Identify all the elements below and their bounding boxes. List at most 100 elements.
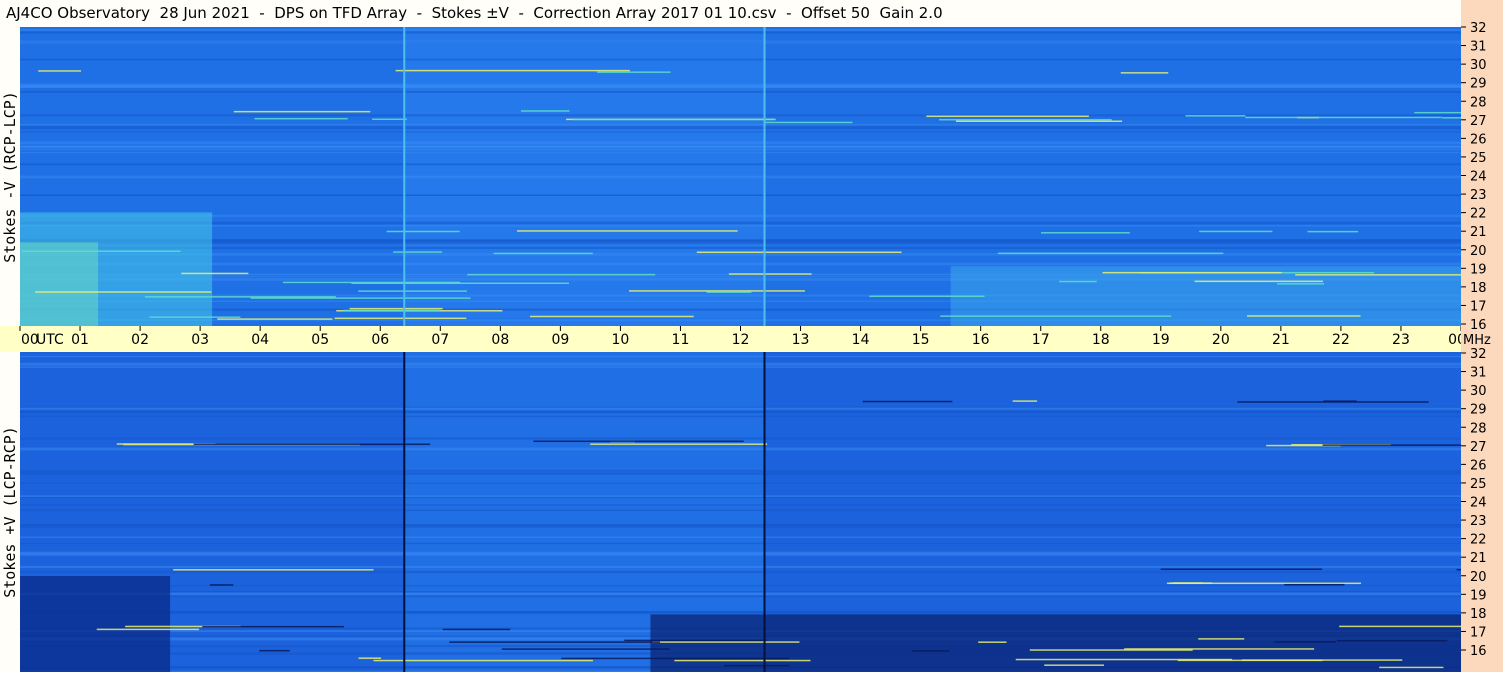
bottom-panel-label-box: Stokes +V (LCP-RCP) (0, 352, 20, 672)
time-tick-label: 12 (732, 332, 750, 348)
emission-streak (1185, 115, 1246, 117)
noise-band (20, 163, 1461, 166)
emission-streak (1442, 117, 1461, 119)
time-unit-label: UTC (36, 332, 64, 348)
freq-tick-label: 25 (1470, 151, 1487, 166)
freq-tick-label: 18 (1470, 607, 1487, 622)
noise-band (20, 565, 1461, 569)
emission-streak (706, 291, 752, 293)
noise-band (20, 585, 1461, 587)
top-spectrogram-panel (20, 27, 1461, 326)
noise-band (20, 58, 1461, 61)
emission-streak (501, 648, 670, 650)
emission-streak (869, 295, 985, 298)
emission-streak (493, 252, 593, 255)
noise-band (20, 504, 1461, 506)
noise-band (20, 30, 1461, 34)
freq-tick-label: 18 (1470, 281, 1487, 296)
freq-tick-label: 31 (1470, 366, 1487, 381)
time-tick-label: 00 (1448, 332, 1461, 348)
event-vertical-line (403, 27, 406, 326)
emission-streak (572, 118, 776, 121)
evening-dark (650, 614, 1461, 672)
time-tick-label: 03 (191, 332, 209, 348)
low-freq-dark (20, 576, 171, 672)
noise-band (20, 536, 1461, 538)
emission-streak (624, 639, 767, 642)
freq-tick-label: 32 (1470, 347, 1487, 362)
time-tick-label: 05 (311, 332, 329, 348)
emission-streak (144, 296, 336, 298)
freq-tick-label: 20 (1470, 570, 1487, 585)
time-axis: 00 01 02 03 04 05 06 07 08 09 10 11 12 13 14 15 16 17 18 19… (0, 326, 1466, 352)
emission-streak (96, 628, 200, 631)
top-spectrogram (20, 27, 1461, 326)
emission-streak (38, 70, 81, 72)
emission-streak (217, 318, 333, 320)
time-tick-label: 15 (912, 332, 930, 348)
emission-streak (393, 251, 443, 253)
emission-streak (1102, 271, 1282, 274)
noise-band (20, 141, 1461, 145)
noise-band (20, 406, 1461, 408)
freq-tick-label: 17 (1470, 299, 1487, 314)
bottom-panel-ylabel: Stokes +V (LCP-RCP) (1, 426, 19, 598)
noise-band (20, 152, 1461, 154)
time-tick-label: 16 (972, 332, 990, 348)
emission-streak (520, 110, 570, 112)
time-tick-label: 04 (251, 332, 269, 348)
noise-band (20, 253, 1461, 256)
emission-streak (997, 252, 1224, 255)
freq-tick-label: 29 (1470, 77, 1487, 92)
noise-band (20, 437, 1461, 440)
time-tick-label: 21 (1272, 332, 1290, 348)
time-axis-svg: 00 01 02 03 04 05 06 07 08 09 10 11 12 13 14 15 16 17 18 19… (19, 326, 1466, 348)
noise-band (20, 447, 1461, 451)
time-tick-label: 01 (71, 332, 89, 348)
emission-streak (940, 315, 1172, 317)
noise-band (20, 194, 1461, 196)
event-vertical-line (763, 27, 766, 326)
emission-streak (358, 657, 382, 659)
time-tick-label: 08 (491, 332, 509, 348)
emission-streak (343, 309, 441, 312)
emission-streak (254, 117, 348, 120)
freq-tick-label: 22 (1470, 207, 1487, 222)
emission-streak (724, 664, 790, 667)
noise-band (20, 495, 1461, 498)
noise-band (20, 469, 1461, 472)
emission-streak (1295, 274, 1461, 276)
noise-band (20, 415, 1461, 418)
noise-band (20, 482, 1461, 484)
emission-streak (1160, 568, 1323, 570)
emission-streak (1012, 400, 1038, 402)
emission-streak (728, 273, 812, 275)
emission-streak (1241, 659, 1403, 661)
freq-tick-label: 24 (1470, 170, 1487, 185)
freq-tick-label: 32 (1470, 21, 1487, 36)
noise-band (20, 84, 1461, 88)
noise-band (20, 262, 1461, 266)
noise-band (20, 553, 1461, 556)
freq-tick-label: 28 (1470, 421, 1487, 436)
emission-streak (597, 71, 671, 73)
noise-band (20, 239, 1461, 242)
top-panel-ylabel: Stokes -V (RCP-LCP) (1, 90, 19, 263)
freq-tick-label: 30 (1470, 384, 1487, 399)
emission-streak (1379, 666, 1444, 669)
emission-streak (449, 641, 660, 643)
noise-band (20, 509, 1461, 512)
freq-tick-label: 24 (1470, 496, 1487, 511)
emission-streak (282, 281, 461, 284)
freq-tick-label: 23 (1470, 514, 1487, 529)
freq-tick-label: 21 (1470, 225, 1487, 240)
freq-tick-label: 25 (1470, 477, 1487, 492)
emission-streak (173, 569, 374, 571)
emission-streak (386, 230, 460, 233)
chart-title: AJ4CO Observatory 28 Jun 2021 - DPS on T… (6, 4, 943, 22)
emission-streak (372, 118, 407, 121)
freq-tick-label: 22 (1470, 533, 1487, 548)
emission-streak (530, 315, 694, 318)
emission-streak (1199, 230, 1273, 233)
noise-band (20, 410, 1461, 413)
